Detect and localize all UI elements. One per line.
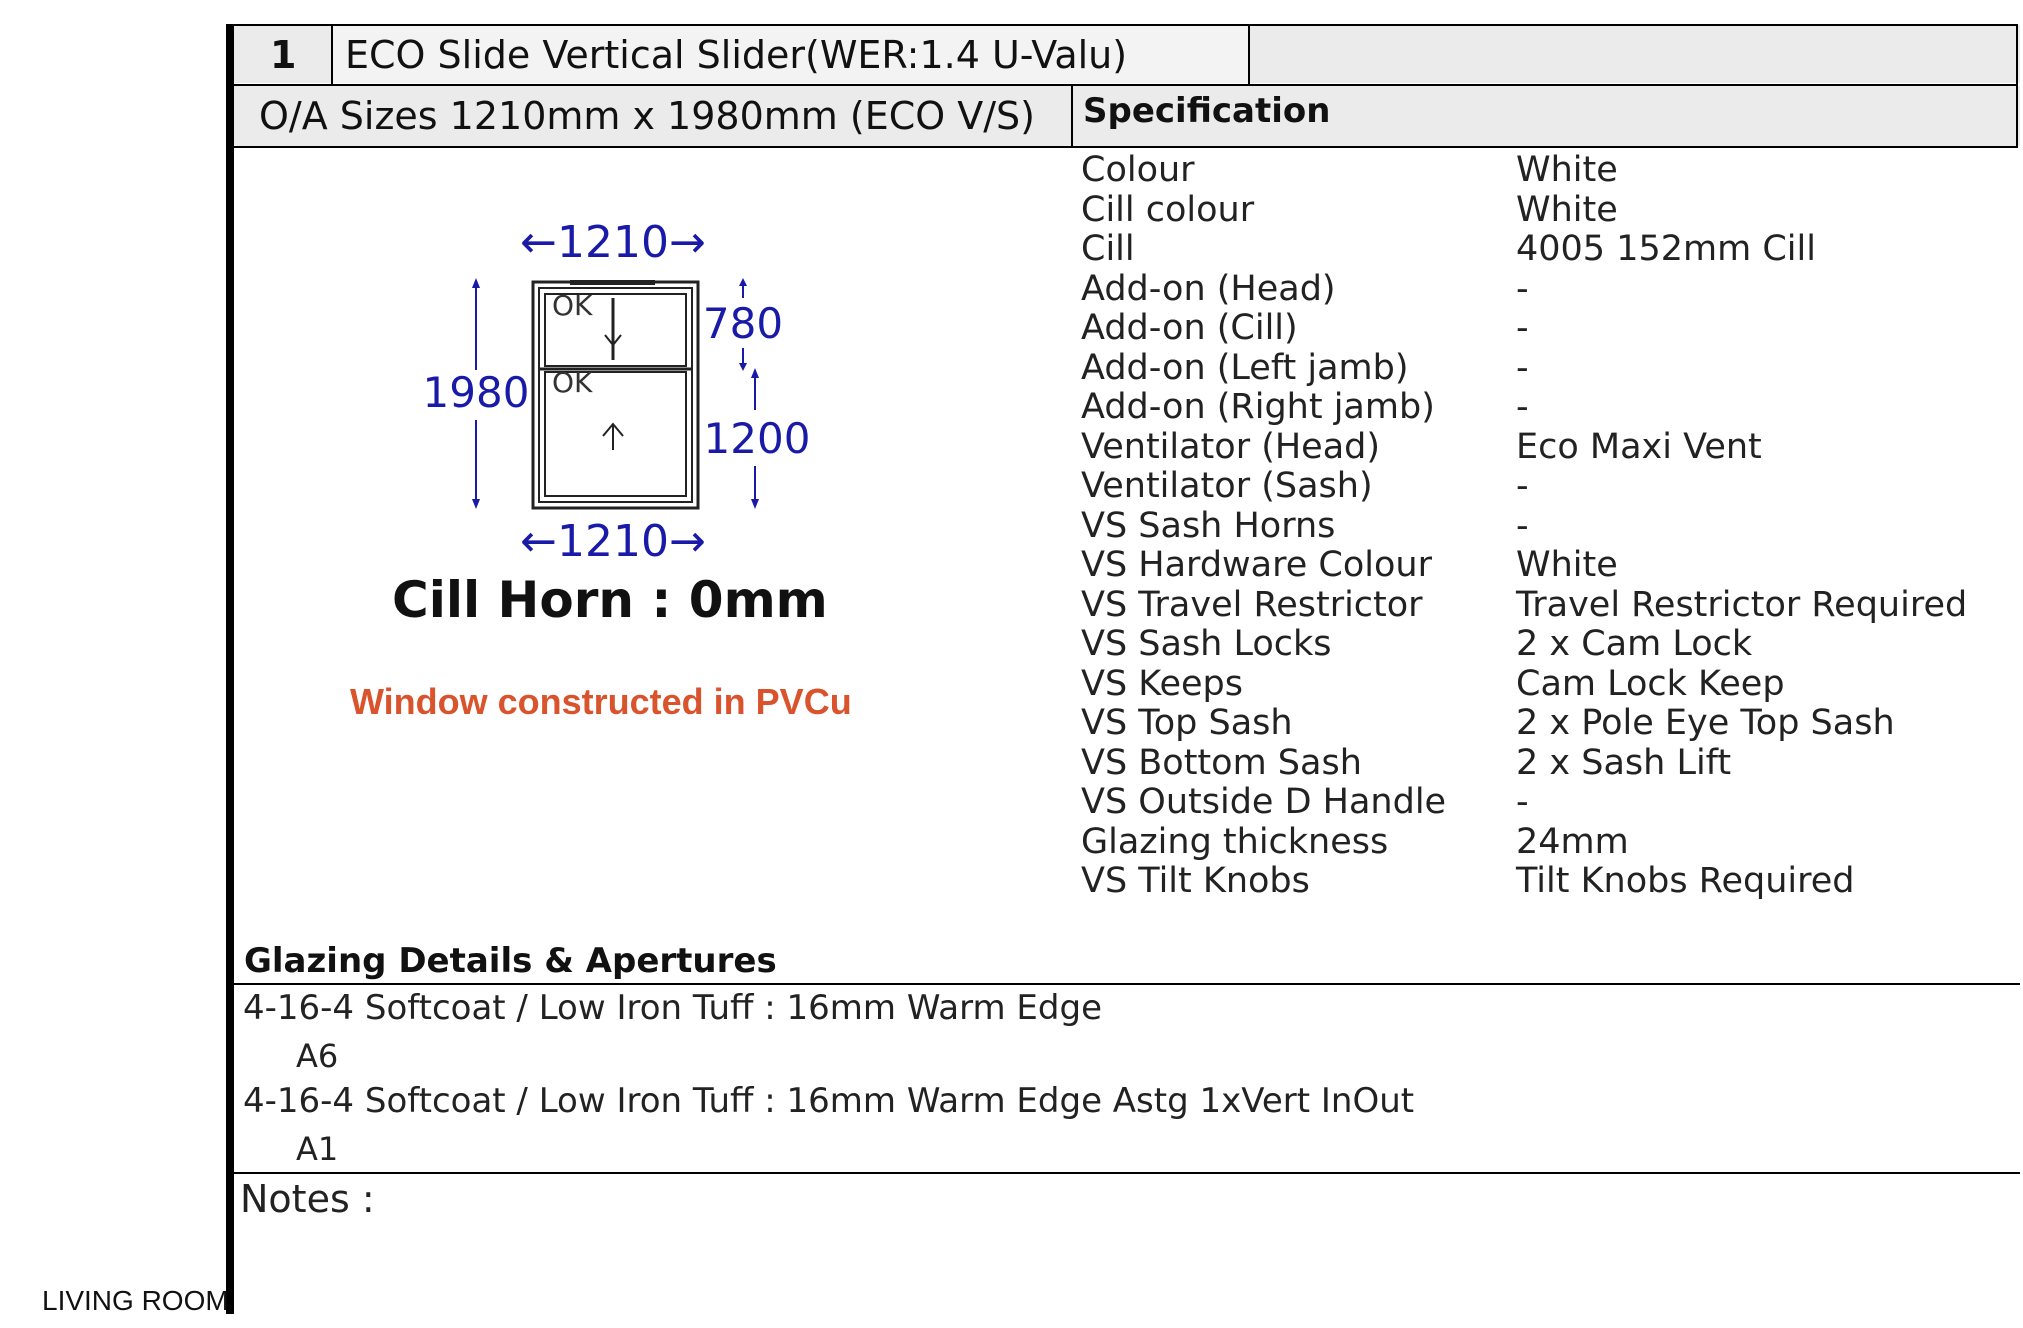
glazing-aperture-1: A6 xyxy=(296,1037,339,1075)
notes-label: Notes : xyxy=(240,1177,375,1221)
height-bottom-label: 1200 xyxy=(704,414,811,463)
cill-horn-label: Cill Horn : 0mm xyxy=(392,571,828,629)
spec-label: Glazing thickness xyxy=(1081,822,1389,862)
specification-heading: Specification xyxy=(1083,91,1331,131)
width-bottom-label: ←1210→ xyxy=(520,516,706,560)
spec-value: Tilt Knobs Required xyxy=(1516,861,1855,901)
spec-value: White xyxy=(1516,190,1618,230)
glazing-heading-rule xyxy=(234,983,2020,985)
item-sizes: O/A Sizes 1210mm x 1980mm (ECO V/S) xyxy=(259,94,1035,138)
spec-label: Cill colour xyxy=(1081,190,1255,230)
spec-label: VS Keeps xyxy=(1081,664,1244,704)
window-drawing: ←1210→ 1980 OK OK 780 1200 ←1210→ xyxy=(423,217,811,560)
spec-value: Eco Maxi Vent xyxy=(1516,427,1762,467)
spec-value: - xyxy=(1516,387,1529,427)
height-total-arrow-bottom xyxy=(472,499,480,509)
spec-value: 2 x Cam Lock xyxy=(1516,624,1753,664)
glazing-heading: Glazing Details & Apertures xyxy=(244,941,777,981)
header-mid-border xyxy=(226,84,2016,86)
header-bottom-border xyxy=(226,146,2016,148)
spec-label: VS Top Sash xyxy=(1081,703,1293,743)
spec-value: White xyxy=(1516,545,1618,585)
notes-rule xyxy=(234,1172,2020,1174)
item-number: 1 xyxy=(270,33,297,77)
spec-value: - xyxy=(1516,348,1529,388)
item-title: ECO Slide Vertical Slider(WER:1.4 U-Valu… xyxy=(345,33,1128,77)
spec-label: VS Sash Locks xyxy=(1081,624,1332,664)
spec-value: - xyxy=(1516,506,1529,546)
sizes-divider xyxy=(1071,84,1073,148)
width-top-label: ←1210→ xyxy=(520,217,706,268)
spec-value: 4005 152mm Cill xyxy=(1516,229,1816,269)
glazing-spec-2: 4-16-4 Softcoat / Low Iron Tuff : 16mm W… xyxy=(243,1081,1415,1121)
spec-label: Add-on (Cill) xyxy=(1081,308,1298,348)
spec-value: - xyxy=(1516,308,1529,348)
height-bottom-arrow-top xyxy=(751,368,759,378)
spec-label: Colour xyxy=(1081,150,1195,190)
title-divider xyxy=(1248,24,1250,86)
header-top-border xyxy=(226,24,2016,26)
spec-value: 2 x Sash Lift xyxy=(1516,743,1732,783)
spec-label: Add-on (Right jamb) xyxy=(1081,387,1435,427)
height-total-label: 1980 xyxy=(423,368,530,417)
spec-label: Add-on (Left jamb) xyxy=(1081,348,1409,388)
spec-value: 24mm xyxy=(1516,822,1629,862)
bottom-pane-label: OK xyxy=(552,366,593,399)
height-total-arrow-top xyxy=(472,278,480,288)
spec-label: Add-on (Head) xyxy=(1081,269,1336,309)
number-divider xyxy=(331,24,333,86)
height-top-arrow-top xyxy=(739,278,747,286)
room-label: LIVING ROOM xyxy=(42,1285,229,1316)
material-note: Window constructed in PVCu xyxy=(350,681,852,722)
head-vent xyxy=(570,280,655,285)
glazing-aperture-2: A1 xyxy=(296,1130,339,1168)
spec-value: - xyxy=(1516,782,1529,822)
height-top-label: 780 xyxy=(703,299,783,348)
spec-label: VS Tilt Knobs xyxy=(1081,861,1310,901)
spec-label: VS Outside D Handle xyxy=(1081,782,1447,822)
spec-label: Cill xyxy=(1081,229,1135,269)
spec-label: VS Bottom Sash xyxy=(1081,743,1362,783)
height-bottom-arrow-bottom xyxy=(751,499,759,509)
spec-value: - xyxy=(1516,466,1529,506)
height-top-arrow-bottom xyxy=(739,363,747,371)
spec-label: VS Sash Horns xyxy=(1081,506,1336,546)
glazing-spec-1: 4-16-4 Softcoat / Low Iron Tuff : 16mm W… xyxy=(243,988,1102,1028)
spec-value: - xyxy=(1516,269,1529,309)
spec-label: VS Hardware Colour xyxy=(1081,545,1432,585)
spec-value: Travel Restrictor Required xyxy=(1516,585,1968,625)
spec-label: Ventilator (Sash) xyxy=(1081,466,1373,506)
header-right-border xyxy=(2016,24,2018,148)
spec-value: 2 x Pole Eye Top Sash xyxy=(1516,703,1895,743)
spec-value: Cam Lock Keep xyxy=(1516,664,1785,704)
header-empty-cell xyxy=(1250,25,2020,83)
spec-value: White xyxy=(1516,150,1618,190)
table-left-border xyxy=(226,24,234,1314)
spec-label: Ventilator (Head) xyxy=(1081,427,1381,467)
top-pane-label: OK xyxy=(552,289,593,322)
spec-label: VS Travel Restrictor xyxy=(1081,585,1423,625)
